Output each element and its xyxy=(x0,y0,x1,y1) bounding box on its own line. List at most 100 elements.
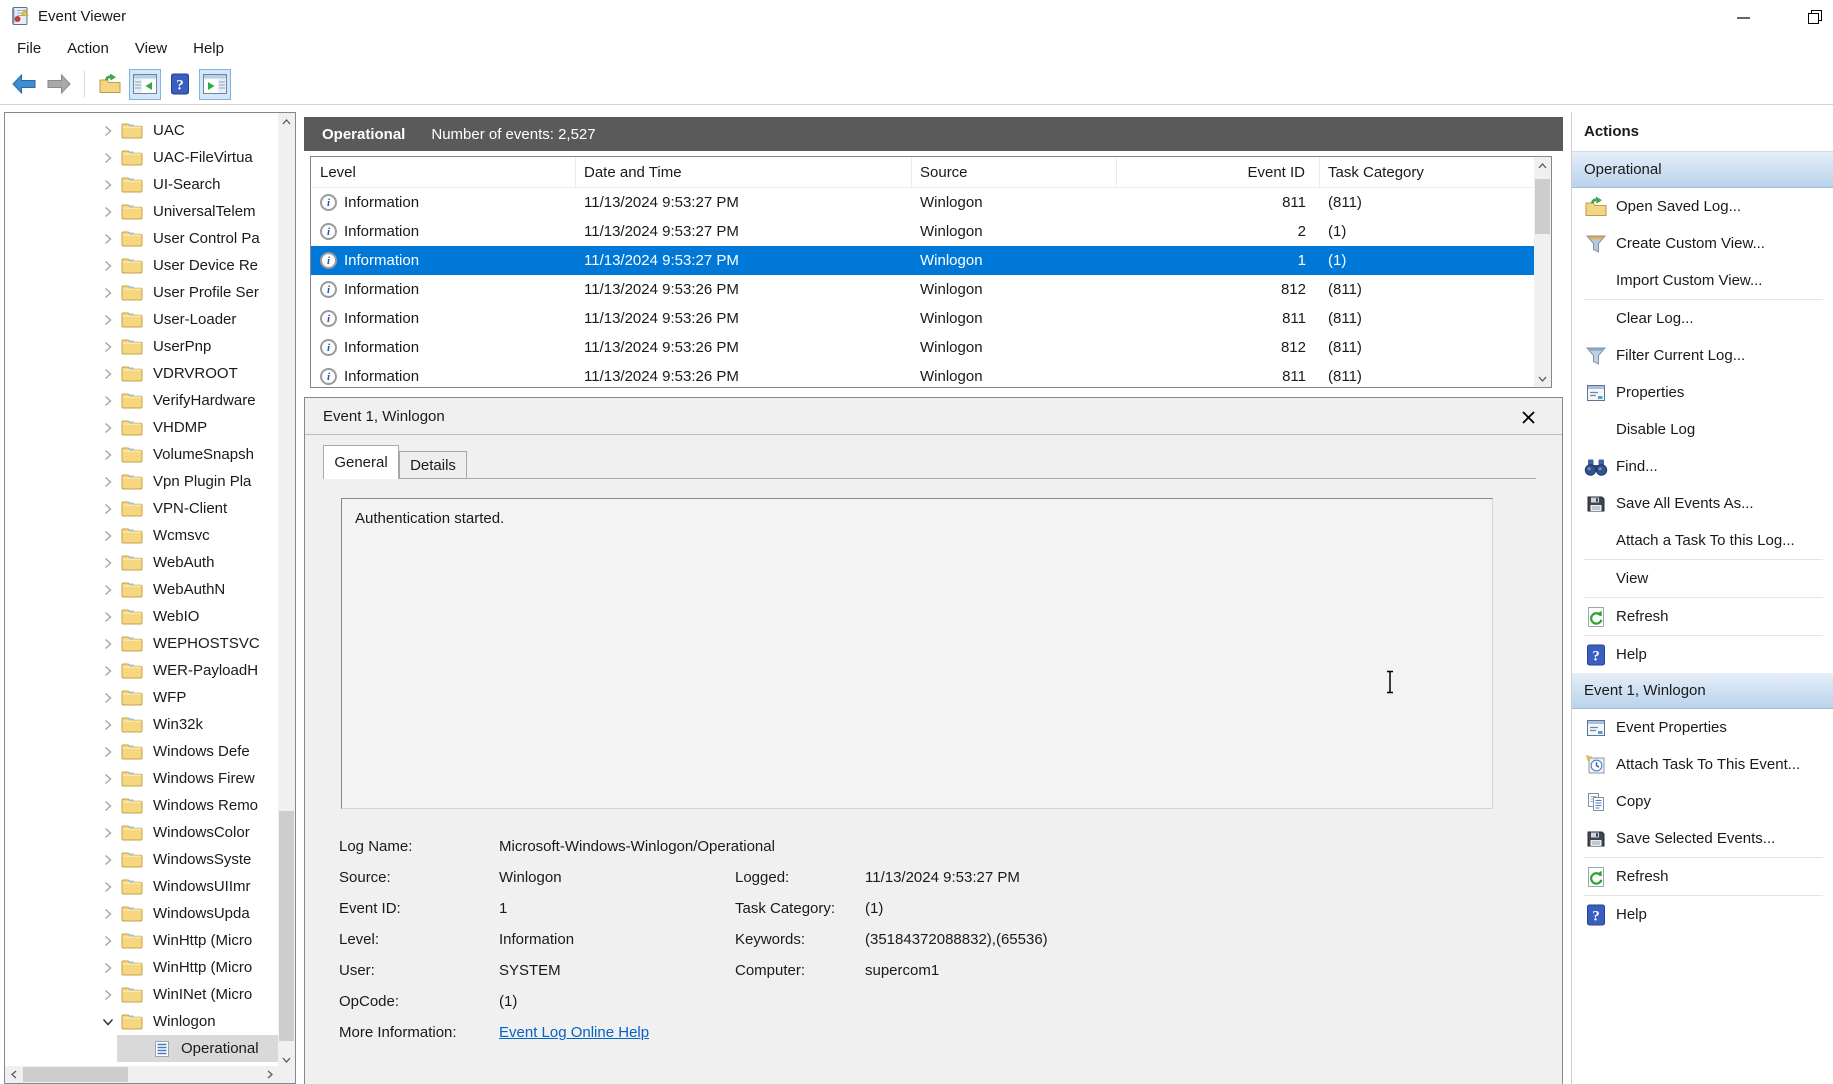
tree-item-vdrvroot[interactable]: VDRVROOT xyxy=(5,360,278,387)
scroll-left-arrow-icon[interactable] xyxy=(5,1066,22,1083)
event-row[interactable]: iInformation11/13/2024 9:53:27 PMWinlogo… xyxy=(311,188,1534,217)
tree-item-winhttp-micro[interactable]: WinHttp (Micro xyxy=(5,954,278,981)
chevron-right-icon[interactable] xyxy=(99,177,117,193)
chevron-right-icon[interactable] xyxy=(99,555,117,571)
action-import-custom-view[interactable]: Import Custom View... xyxy=(1572,262,1833,299)
tree-item-wcmsvc[interactable]: Wcmsvc xyxy=(5,522,278,549)
restore-button[interactable] xyxy=(1800,6,1830,28)
tree-item-windows-defe[interactable]: Windows Defe xyxy=(5,738,278,765)
tree-item-wephostsvc[interactable]: WEPHOSTSVC xyxy=(5,630,278,657)
menu-item-view[interactable]: View xyxy=(122,36,180,61)
event-row[interactable]: iInformation11/13/2024 9:53:26 PMWinlogo… xyxy=(311,333,1534,362)
tree-item-windowsuiimr[interactable]: WindowsUIImr xyxy=(5,873,278,900)
tree-item-windows-remo[interactable]: Windows Remo xyxy=(5,792,278,819)
event-row[interactable]: iInformation11/13/2024 9:53:27 PMWinlogo… xyxy=(311,246,1534,275)
action-disable-log[interactable]: Disable Log xyxy=(1572,411,1833,448)
tree-item-user-loader[interactable]: User-Loader xyxy=(5,306,278,333)
tree-item-vpn-client[interactable]: VPN-Client xyxy=(5,495,278,522)
actions-group-header-operational[interactable]: Operational xyxy=(1572,152,1833,188)
chevron-down-icon[interactable] xyxy=(99,1014,117,1030)
open-saved-log-button[interactable] xyxy=(94,69,126,100)
chevron-right-icon[interactable] xyxy=(99,582,117,598)
tree-item-windows-firew[interactable]: Windows Firew xyxy=(5,765,278,792)
scrollbar-thumb[interactable] xyxy=(23,1067,128,1082)
console-tree-toggle-button[interactable] xyxy=(129,69,161,100)
event-log-online-help-link[interactable]: Event Log Online Help xyxy=(499,1024,649,1041)
action-help[interactable]: ?Help xyxy=(1572,896,1833,933)
tab-details[interactable]: Details xyxy=(399,451,467,479)
chevron-right-icon[interactable] xyxy=(99,690,117,706)
chevron-right-icon[interactable] xyxy=(99,528,117,544)
close-preview-button[interactable] xyxy=(1520,409,1536,425)
action-clear-log[interactable]: Clear Log... xyxy=(1572,300,1833,337)
scroll-down-arrow-icon[interactable] xyxy=(1534,370,1551,387)
chevron-right-icon[interactable] xyxy=(99,987,117,1003)
column-header-task-category[interactable]: Task Category xyxy=(1320,157,1534,187)
action-create-custom-view[interactable]: Create Custom View... xyxy=(1572,225,1833,262)
tree-item-uac-filevirtua[interactable]: UAC-FileVirtua xyxy=(5,144,278,171)
tree-item-vpn-plugin-pla[interactable]: Vpn Plugin Pla xyxy=(5,468,278,495)
column-header-date-and-time[interactable]: Date and Time xyxy=(576,157,912,187)
chevron-right-icon[interactable] xyxy=(99,150,117,166)
tree-item-vhdmp[interactable]: VHDMP xyxy=(5,414,278,441)
action-view[interactable]: View xyxy=(1572,560,1833,597)
column-header-level[interactable]: Level xyxy=(311,157,576,187)
tree-item-wfp[interactable]: WFP xyxy=(5,684,278,711)
column-header-event-id[interactable]: Event ID xyxy=(1117,157,1320,187)
tree-item-uac[interactable]: UAC xyxy=(5,117,278,144)
events-vertical-scrollbar[interactable] xyxy=(1534,157,1551,387)
tree-item-operational[interactable]: Operational xyxy=(5,1035,278,1062)
action-refresh[interactable]: Refresh xyxy=(1572,598,1833,635)
tree-vertical-scrollbar[interactable] xyxy=(278,113,295,1068)
chevron-right-icon[interactable] xyxy=(99,285,117,301)
action-help[interactable]: ?Help xyxy=(1572,636,1833,673)
chevron-right-icon[interactable] xyxy=(99,960,117,976)
chevron-right-icon[interactable] xyxy=(99,636,117,652)
actions-group-header-event-1-winlogon[interactable]: Event 1, Winlogon xyxy=(1572,673,1833,709)
action-attach-a-task-to-this-log[interactable]: Attach a Task To this Log... xyxy=(1572,522,1833,559)
chevron-right-icon[interactable] xyxy=(99,231,117,247)
chevron-right-icon[interactable] xyxy=(99,852,117,868)
tree-item-verifyhardware[interactable]: VerifyHardware xyxy=(5,387,278,414)
tree-item-windowsupda[interactable]: WindowsUpda xyxy=(5,900,278,927)
tree-item-webio[interactable]: WebIO xyxy=(5,603,278,630)
menu-item-help[interactable]: Help xyxy=(180,36,237,61)
chevron-right-icon[interactable] xyxy=(99,474,117,490)
chevron-right-icon[interactable] xyxy=(99,420,117,436)
action-filter-current-log[interactable]: Filter Current Log... xyxy=(1572,337,1833,374)
chevron-right-icon[interactable] xyxy=(99,744,117,760)
event-row[interactable]: iInformation11/13/2024 9:53:26 PMWinlogo… xyxy=(311,362,1534,387)
action-properties[interactable]: Properties xyxy=(1572,374,1833,411)
chevron-right-icon[interactable] xyxy=(99,204,117,220)
tab-general[interactable]: General xyxy=(323,445,399,479)
chevron-right-icon[interactable] xyxy=(99,501,117,517)
tree-item-user-profile-ser[interactable]: User Profile Ser xyxy=(5,279,278,306)
tree-item-winhttp-micro[interactable]: WinHttp (Micro xyxy=(5,927,278,954)
action-event-properties[interactable]: Event Properties xyxy=(1572,709,1833,746)
chevron-right-icon[interactable] xyxy=(99,447,117,463)
forward-button[interactable] xyxy=(43,69,75,100)
tree-item-ui-search[interactable]: UI-Search xyxy=(5,171,278,198)
scroll-up-arrow-icon[interactable] xyxy=(1534,157,1551,174)
chevron-right-icon[interactable] xyxy=(99,312,117,328)
tree-item-user-device-re[interactable]: User Device Re xyxy=(5,252,278,279)
tree-item-wininet-micro[interactable]: WinINet (Micro xyxy=(5,981,278,1008)
chevron-right-icon[interactable] xyxy=(99,906,117,922)
chevron-right-icon[interactable] xyxy=(99,825,117,841)
action-save-all-events-as[interactable]: Save All Events As... xyxy=(1572,485,1833,522)
tree-item-webauthn[interactable]: WebAuthN xyxy=(5,576,278,603)
action-open-saved-log[interactable]: Open Saved Log... xyxy=(1572,188,1833,225)
chevron-right-icon[interactable] xyxy=(99,339,117,355)
tree-horizontal-scrollbar[interactable] xyxy=(5,1066,278,1083)
chevron-right-icon[interactable] xyxy=(99,123,117,139)
tree-item-windowscolor[interactable]: WindowsColor xyxy=(5,819,278,846)
tree-item-windowssyste[interactable]: WindowsSyste xyxy=(5,846,278,873)
tree-item-wer-payloadh[interactable]: WER-PayloadH xyxy=(5,657,278,684)
action-pane-toggle-button[interactable] xyxy=(199,69,231,100)
minimize-button[interactable] xyxy=(1728,6,1758,28)
tree-item-user-control-pa[interactable]: User Control Pa xyxy=(5,225,278,252)
tree-item-win32k[interactable]: Win32k xyxy=(5,711,278,738)
scrollbar-thumb[interactable] xyxy=(1535,179,1550,234)
chevron-right-icon[interactable] xyxy=(99,933,117,949)
scroll-right-arrow-icon[interactable] xyxy=(261,1066,278,1083)
